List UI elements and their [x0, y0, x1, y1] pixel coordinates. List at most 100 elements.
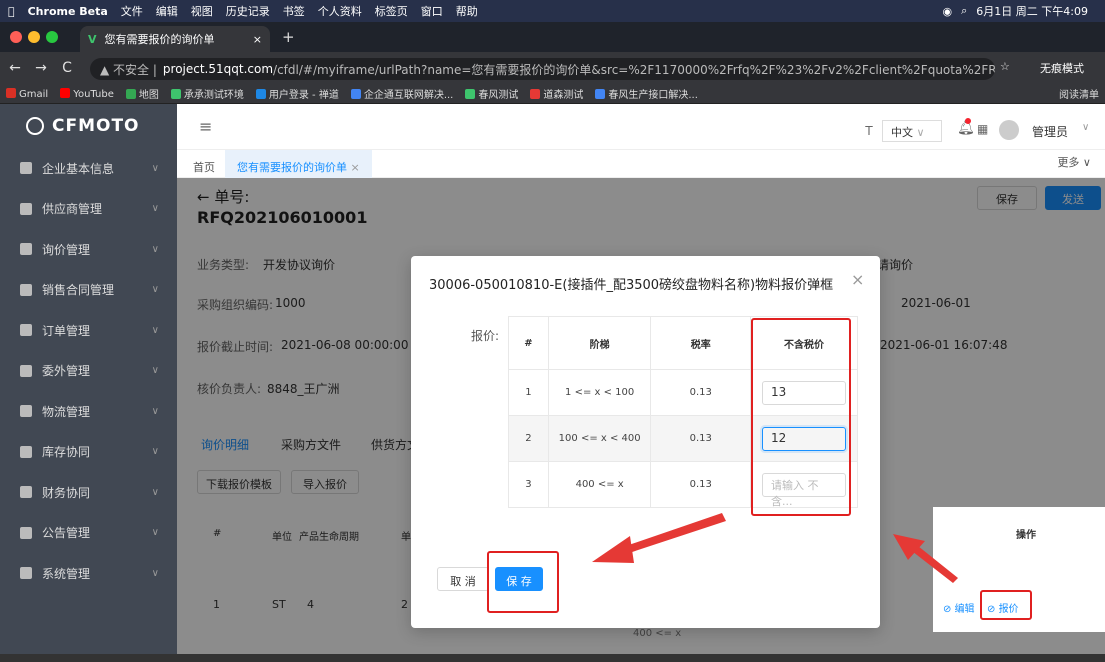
- chevron-down-icon[interactable]: ∨: [1082, 122, 1089, 133]
- menu-file[interactable]: 文件: [121, 3, 143, 19]
- row-tier: 100 <= x < 400: [547, 415, 652, 462]
- app-name[interactable]: Chrome Beta: [28, 5, 108, 18]
- tab-close-icon[interactable]: ×: [253, 33, 262, 46]
- clock[interactable]: 6月1日 周二 下午4:09: [976, 3, 1088, 19]
- sidebar-item[interactable]: 销售合同管理 ∨: [0, 270, 177, 311]
- row-tax: 0.13: [650, 461, 752, 508]
- sidebar-item[interactable]: 系统管理 ∨: [0, 553, 177, 594]
- menu-icon: [20, 526, 32, 539]
- fullscreen-icon[interactable]: ▦: [977, 122, 988, 136]
- avatar[interactable]: [999, 120, 1019, 140]
- app-logo[interactable]: CFMOTO: [0, 104, 177, 148]
- row-no: 2: [508, 415, 549, 462]
- bookmark-item[interactable]: 用户登录 - 禅道: [255, 86, 339, 101]
- app-sidebar: CFMOTO 企业基本信息 ∨ 供应商管理 ∨ 询价管理 ∨ 销售合同管理 ∨ 订单管理 ∨ 委外管…: [0, 104, 177, 662]
- chevron-down-icon: ∨: [151, 162, 159, 174]
- chevron-down-icon: ∨: [151, 446, 159, 458]
- tab-rfq[interactable]: 您有需要报价的询价单 ×: [225, 150, 372, 178]
- sidebar-item[interactable]: 企业基本信息 ∨: [0, 148, 177, 189]
- browser-tab-active[interactable]: V 您有需要报价的询价单 ×: [80, 26, 270, 52]
- cancel-button[interactable]: 取 消: [437, 567, 489, 591]
- chevron-down-icon: ∨: [151, 365, 159, 377]
- bookmark-item[interactable]: 春风生产接口解决...: [595, 86, 698, 101]
- chevron-down-icon: ∨: [151, 203, 159, 215]
- user-name[interactable]: 管理员: [1032, 123, 1068, 140]
- wifi-icon[interactable]: ◉: [943, 5, 953, 18]
- menu-profile[interactable]: 个人资料: [318, 3, 362, 19]
- menu-help[interactable]: 帮助: [456, 3, 478, 19]
- col-operation: 操作: [1016, 530, 1036, 541]
- incognito-label[interactable]: 无痕模式: [1040, 60, 1084, 76]
- menu-history[interactable]: 历史记录: [226, 3, 270, 19]
- chevron-down-icon: ∨: [151, 527, 159, 539]
- reload-icon[interactable]: C: [56, 60, 78, 76]
- menu-view[interactable]: 视图: [191, 3, 213, 19]
- bookmarks-bar: Gmail YouTube 地图 承承测试环境 用户登录 - 禅道 企企通互联网…: [0, 84, 1105, 104]
- maximize-window-icon[interactable]: [46, 31, 58, 43]
- bookmark-item[interactable]: 承承测试环境: [170, 86, 244, 101]
- modal-title: 30006-050010810-E(接插件_配3500磅绞盘物料名称)物料报价弹…: [429, 278, 834, 293]
- security-indicator[interactable]: ▲ 不安全 |: [100, 61, 157, 78]
- sidebar-item[interactable]: 供应商管理 ∨: [0, 189, 177, 230]
- font-size-icon[interactable]: Ｔ: [863, 122, 875, 139]
- bookmark-icon: [125, 89, 136, 99]
- notification-dot: [965, 118, 971, 124]
- row-no: 3: [508, 461, 549, 508]
- logo-ring-icon: [26, 117, 44, 135]
- bookmark-icon: [530, 89, 541, 99]
- row-tax: 0.13: [650, 415, 752, 462]
- sidebar-item[interactable]: 订单管理 ∨: [0, 310, 177, 351]
- menu-icon: [20, 567, 32, 580]
- menu-icon: [20, 202, 32, 215]
- search-icon[interactable]: ⌕: [961, 4, 967, 18]
- reading-list-button[interactable]: 阅读清单: [1059, 86, 1099, 101]
- close-window-icon[interactable]: [10, 31, 22, 43]
- bookmark-item[interactable]: 企企通互联网解决...: [350, 86, 453, 101]
- sidebar-item[interactable]: 物流管理 ∨: [0, 391, 177, 432]
- bookmark-item[interactable]: 春风测试: [465, 86, 518, 101]
- browser-tab-bar: V 您有需要报价的询价单 × +: [0, 22, 1105, 52]
- menu-bookmarks[interactable]: 书签: [283, 3, 305, 19]
- more-tabs[interactable]: 更多 ∨: [1057, 154, 1091, 170]
- menu-window[interactable]: 窗口: [421, 3, 443, 19]
- apple-icon[interactable]: : [8, 5, 15, 18]
- bookmark-item[interactable]: 地图: [125, 86, 159, 101]
- forward-icon[interactable]: →: [30, 60, 52, 76]
- chevron-down-icon: ∨: [151, 284, 159, 296]
- sidebar-item[interactable]: 库存协同 ∨: [0, 432, 177, 473]
- tab-home[interactable]: 首页: [193, 159, 215, 175]
- row-tier: 1 <= x < 100: [547, 369, 652, 416]
- sidebar-item[interactable]: 委外管理 ∨: [0, 351, 177, 392]
- menu-edit[interactable]: 编辑: [156, 3, 178, 19]
- bookmark-item[interactable]: 道森测试: [530, 86, 583, 101]
- chevron-down-icon: ∨: [151, 486, 159, 498]
- sidebar-item[interactable]: 询价管理 ∨: [0, 229, 177, 270]
- chevron-down-icon: ∨: [151, 567, 159, 579]
- menu-icon: [20, 486, 32, 499]
- minimize-window-icon[interactable]: [28, 31, 40, 43]
- menu-icon: [20, 405, 32, 418]
- sidebar-item-label: 系统管理: [42, 566, 91, 581]
- sidebar-item-label: 销售合同管理: [42, 283, 115, 298]
- sidebar-item-label: 财务协同: [42, 485, 91, 500]
- edit-link[interactable]: ⊘ 编辑: [943, 600, 975, 615]
- sidebar-item[interactable]: 公告管理 ∨: [0, 513, 177, 554]
- site-favicon-icon: V: [88, 32, 97, 46]
- menu-tabs[interactable]: 标签页: [375, 3, 408, 19]
- app-header: ≡ Ｔ 中文 ∨ 🔔︎ ▦ 管理员 ∨: [177, 104, 1105, 150]
- bookmark-item[interactable]: YouTube: [60, 87, 114, 100]
- browser-nav-bar: ← → C ▲ 不安全 | project.51qqt.com /cfdl/#/…: [0, 52, 1105, 84]
- bookmark-star-icon[interactable]: ☆: [1000, 60, 1010, 73]
- logo-text: CFMOTO: [52, 116, 140, 136]
- address-bar[interactable]: ▲ 不安全 | project.51qqt.com /cfdl/#/myifra…: [90, 58, 995, 80]
- menu-icon: [20, 243, 32, 256]
- back-icon[interactable]: ←: [4, 60, 26, 76]
- menu-toggle-icon[interactable]: ≡: [199, 117, 212, 136]
- bookmark-item[interactable]: Gmail: [6, 87, 48, 100]
- close-icon[interactable]: ×: [851, 270, 864, 289]
- sidebar-item[interactable]: 财务协同 ∨: [0, 472, 177, 513]
- menu-icon: [20, 364, 32, 377]
- new-tab-button[interactable]: +: [282, 28, 295, 46]
- row-tier: 400 <= x: [547, 461, 652, 508]
- language-select[interactable]: 中文 ∨: [882, 120, 942, 142]
